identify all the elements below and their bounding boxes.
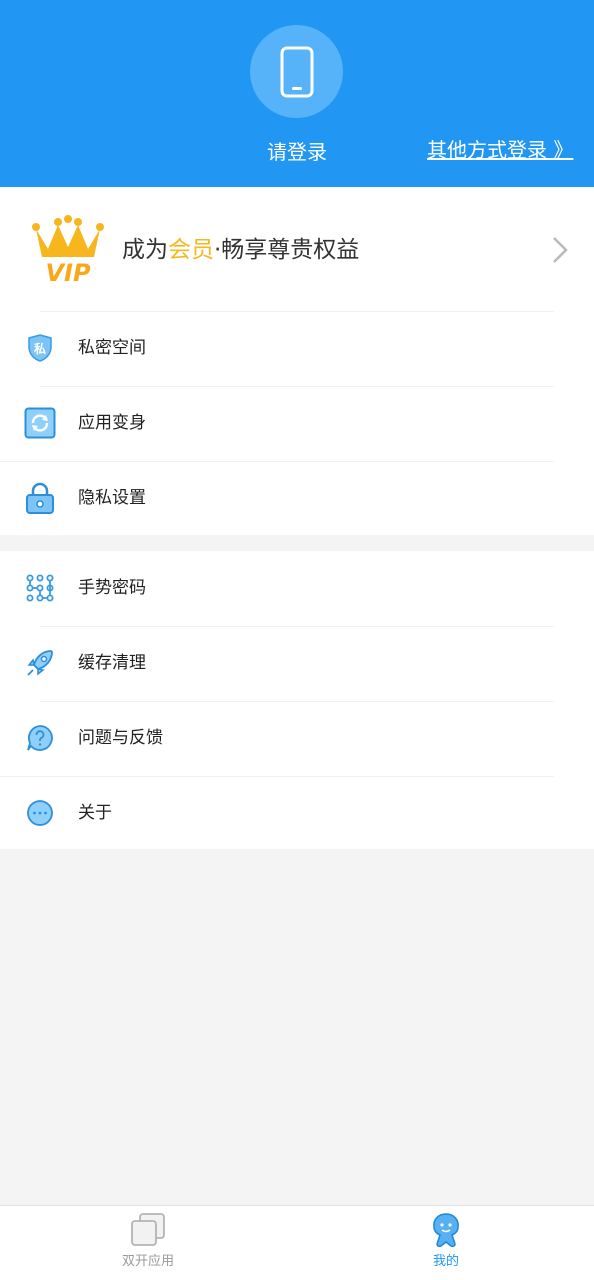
question-bubble-icon <box>23 721 57 755</box>
menu-item-cache-clean[interactable]: 缓存清理 <box>0 626 594 701</box>
menu-item-label: 问题与反馈 <box>78 728 163 748</box>
menu-item-label: 私密空间 <box>78 338 146 358</box>
menu-item-private-space[interactable]: 私 私密空间 <box>0 311 594 386</box>
login-link[interactable]: 请登录 <box>238 137 356 167</box>
chevron-right-icon <box>553 237 568 263</box>
menu-item-about[interactable]: 关于 <box>0 776 594 851</box>
menu-item-gesture-password[interactable]: 手势密码 <box>0 551 594 626</box>
bottom-tab-bar: 双开应用 我的 <box>0 1205 594 1280</box>
divider <box>40 386 554 387</box>
vip-promo-text: 成为会员·畅享尊贵权益 <box>122 237 360 263</box>
divider <box>0 461 554 462</box>
svg-text:VIP: VIP <box>45 259 91 285</box>
menu-item-label: 缓存清理 <box>78 653 146 673</box>
mine-person-icon <box>433 1213 459 1248</box>
lock-icon <box>23 481 57 515</box>
private-shield-icon: 私 <box>23 331 57 365</box>
tab-label: 我的 <box>432 1254 459 1269</box>
menu-item-label: 隐私设置 <box>78 488 146 508</box>
menu-item-app-transform[interactable]: 应用变身 <box>0 386 594 461</box>
menu-item-feedback[interactable]: 问题与反馈 <box>0 701 594 776</box>
menu-item-label: 关于 <box>78 803 112 823</box>
menu-item-label: 手势密码 <box>78 578 146 598</box>
dual-apps-icon <box>131 1213 165 1246</box>
menu-item-privacy-settings[interactable]: 隐私设置 <box>0 461 594 536</box>
tab-mine[interactable]: 我的 <box>376 1206 516 1280</box>
divider <box>40 626 554 627</box>
vip-banner[interactable]: VIP 成为会员·畅享尊贵权益 <box>0 187 594 311</box>
more-dots-icon <box>23 796 57 830</box>
divider <box>40 311 554 312</box>
menu-group-security: 私 私密空间 应用变身 隐私设置 <box>0 311 594 535</box>
tab-dual-apps[interactable]: 双开应用 <box>78 1206 218 1280</box>
vip-crown-icon: VIP <box>32 215 104 285</box>
tab-label: 双开应用 <box>121 1254 174 1269</box>
other-login-link[interactable]: 其他方式登录 》 <box>427 135 587 165</box>
avatar[interactable] <box>250 25 343 118</box>
menu-item-label: 应用变身 <box>78 413 146 433</box>
svg-text:私: 私 <box>33 341 46 356</box>
rocket-icon <box>23 646 57 680</box>
profile-header: 请登录 其他方式登录 》 <box>0 0 594 187</box>
phone-icon <box>280 46 313 97</box>
divider <box>40 701 554 702</box>
divider <box>0 776 554 777</box>
app-transform-icon <box>23 406 57 440</box>
gesture-grid-icon <box>23 571 57 605</box>
menu-group-tools: 手势密码 缓存清理 问题与反馈 关于 <box>0 551 594 849</box>
